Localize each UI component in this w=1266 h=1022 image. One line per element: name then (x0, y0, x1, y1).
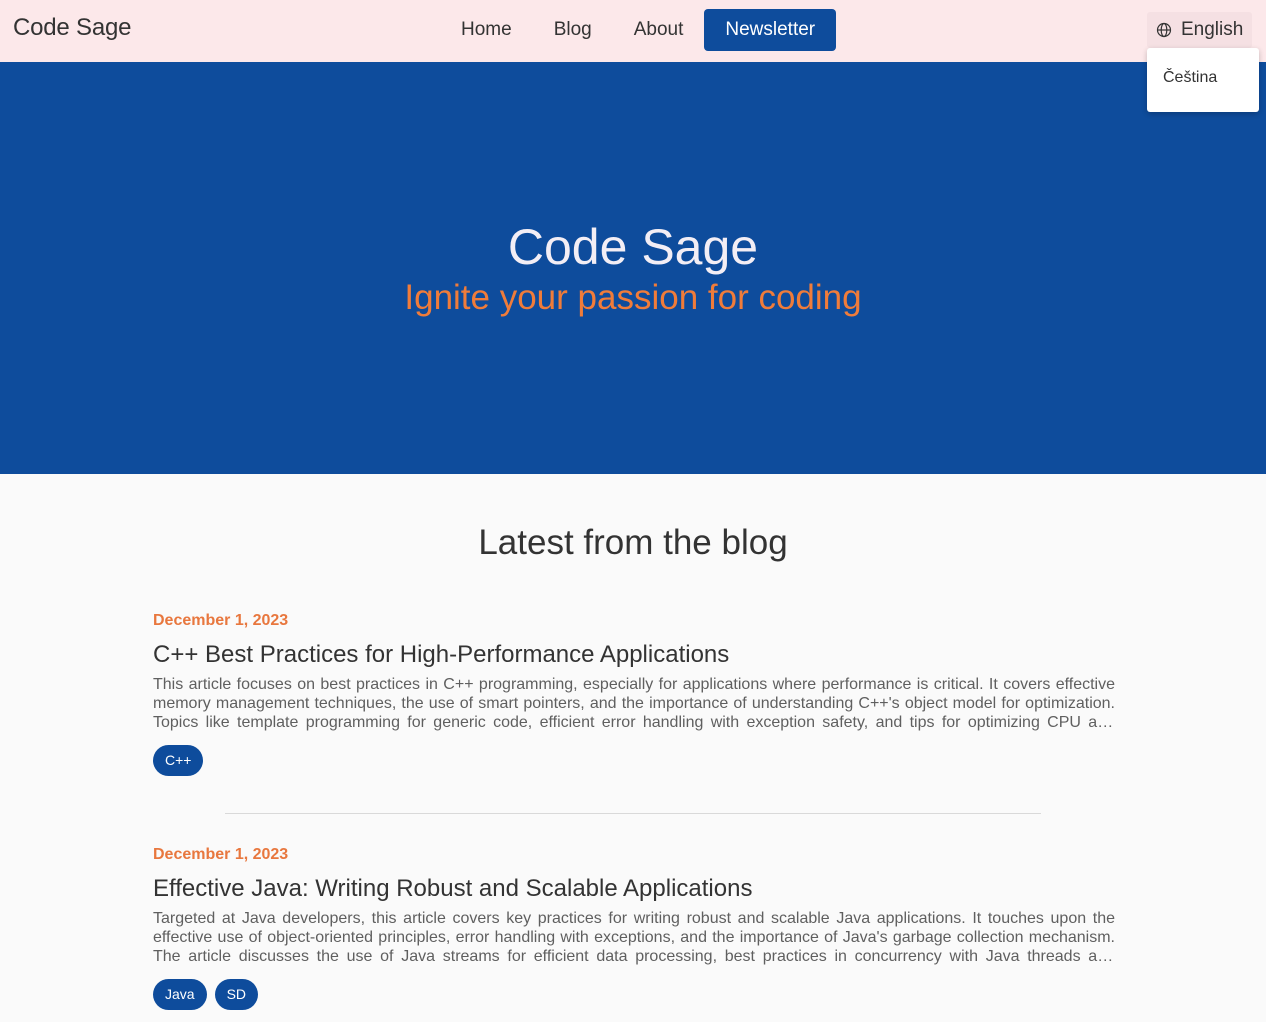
blog-post-card: December 1, 2023 C++ Best Practices for … (153, 611, 1115, 776)
top-navbar: Code Sage Home Blog About Newsletter Eng… (0, 0, 1266, 62)
main-nav: Home Blog About Newsletter (440, 9, 837, 51)
tag-chip[interactable]: SD (214, 979, 259, 1010)
hero-subtitle: Ignite your passion for coding (404, 278, 862, 317)
nav-link-about[interactable]: About (613, 9, 705, 51)
language-option-czech[interactable]: Čeština (1163, 69, 1217, 87)
blog-post-card: December 1, 2023 Effective Java: Writing… (153, 845, 1115, 1010)
post-divider (225, 813, 1041, 814)
post-tags: C++ (153, 745, 1115, 776)
hero-banner: Code Sage Ignite your passion for coding (0, 62, 1266, 474)
nav-link-home[interactable]: Home (440, 9, 533, 51)
post-title-link[interactable]: Effective Java: Writing Robust and Scala… (153, 875, 1115, 903)
tag-chip[interactable]: C++ (153, 745, 204, 776)
globe-icon (1156, 22, 1172, 38)
post-excerpt: Targeted at Java developers, this articl… (153, 910, 1115, 965)
hero-title: Code Sage (507, 219, 759, 275)
post-date: December 1, 2023 (153, 846, 289, 863)
nav-link-blog[interactable]: Blog (533, 9, 613, 51)
blog-section-title: Latest from the blog (478, 523, 788, 562)
post-title-link[interactable]: C++ Best Practices for High-Performance … (153, 641, 1115, 669)
post-date: December 1, 2023 (153, 612, 289, 629)
tag-chip[interactable]: Java (153, 979, 207, 1010)
language-current: English (1181, 19, 1244, 40)
newsletter-button[interactable]: Newsletter (704, 9, 837, 51)
language-selector[interactable]: English (1147, 12, 1252, 48)
site-brand[interactable]: Code Sage (13, 14, 131, 42)
post-tags: Java SD (153, 979, 1115, 1010)
language-dropdown: Čeština (1147, 48, 1259, 112)
post-excerpt: This article focuses on best practices i… (153, 676, 1115, 731)
